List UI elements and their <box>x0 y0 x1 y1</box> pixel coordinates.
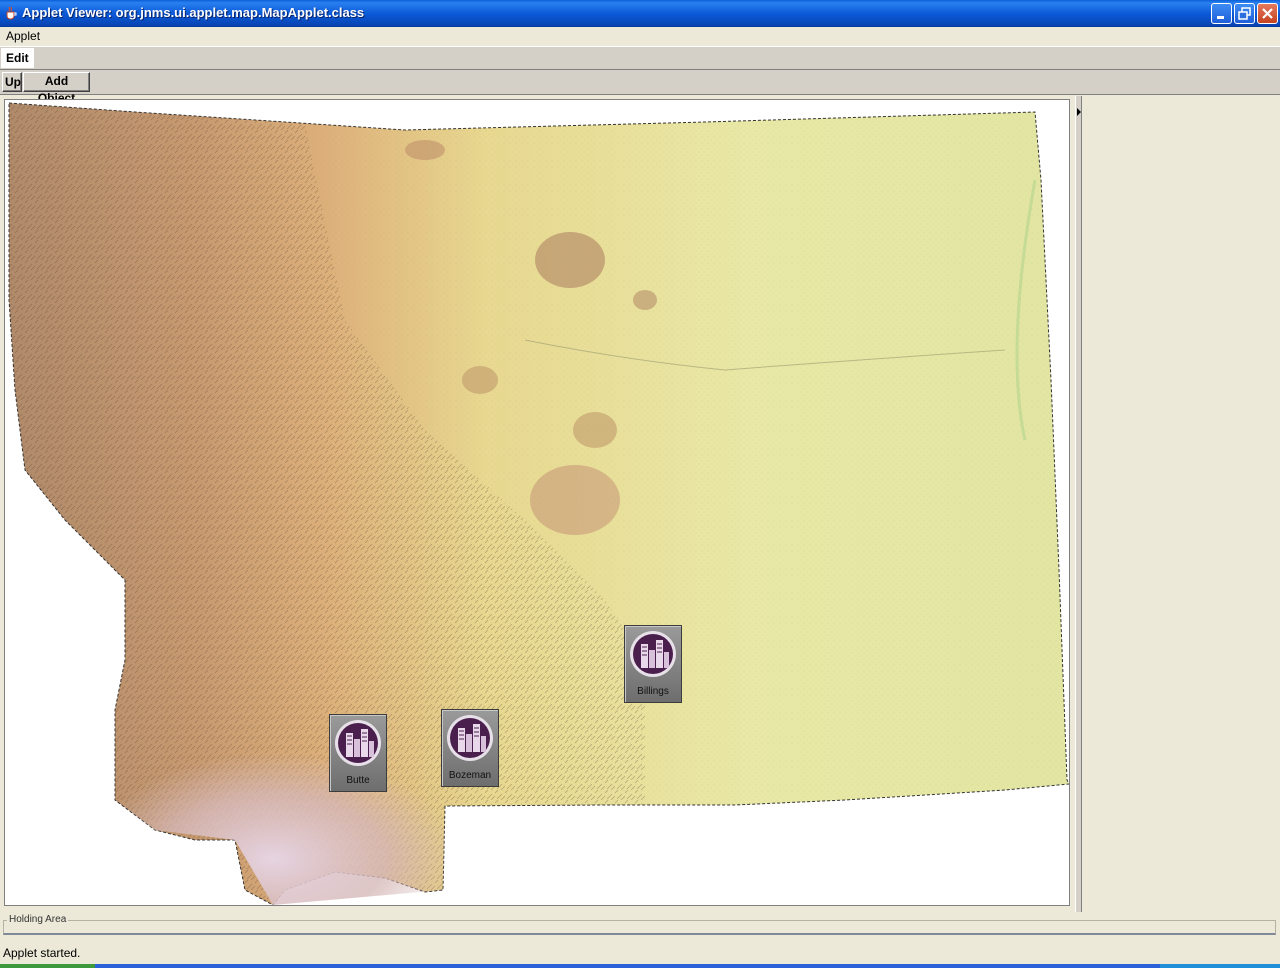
marker-label: Butte <box>346 775 370 786</box>
close-icon <box>1262 8 1273 19</box>
up-button[interactable]: Up <box>2 72 22 92</box>
marker-label: Billings <box>637 686 669 697</box>
city-buildings-icon <box>630 631 676 677</box>
side-panel <box>1082 96 1280 912</box>
montana-terrain-map <box>8 102 1069 905</box>
holding-area-label: Holding Area <box>7 914 69 925</box>
tab-strip: Edit <box>0 46 1280 70</box>
toolbar: Up Add Object <box>0 70 1280 105</box>
menu-bar: Applet <box>0 27 1280 45</box>
restore-icon <box>1238 7 1251 20</box>
city-marker-bozeman[interactable]: Bozeman <box>441 709 499 787</box>
title-bar[interactable]: Applet Viewer: org.jnms.ui.applet.map.Ma… <box>0 0 1280 27</box>
close-button[interactable] <box>1257 3 1278 24</box>
window-title: Applet Viewer: org.jnms.ui.applet.map.Ma… <box>22 5 365 20</box>
menu-applet[interactable]: Applet <box>6 29 40 43</box>
split-pane-divider[interactable] <box>1075 96 1082 912</box>
map-canvas[interactable]: Billings Butte Bozeman <box>4 99 1070 906</box>
minimize-icon <box>1217 16 1224 19</box>
holding-area[interactable]: Holding Area <box>3 913 1276 937</box>
city-marker-billings[interactable]: Billings <box>624 625 682 703</box>
tab-edit[interactable]: Edit <box>1 48 34 68</box>
status-text: Applet started. <box>3 946 81 960</box>
java-cup-icon <box>6 6 17 20</box>
city-marker-butte[interactable]: Butte <box>329 714 387 792</box>
restore-button[interactable] <box>1234 3 1255 24</box>
marker-label: Bozeman <box>448 770 492 781</box>
status-bar: Applet started. <box>0 944 1280 962</box>
add-object-button[interactable]: Add Object <box>23 72 90 105</box>
expand-arrow-icon[interactable] <box>1077 108 1081 116</box>
taskbar-edge <box>0 964 1280 968</box>
city-buildings-icon <box>335 720 381 766</box>
holding-area-border <box>3 920 1276 935</box>
minimize-button[interactable] <box>1211 3 1232 24</box>
city-buildings-icon <box>447 715 493 761</box>
